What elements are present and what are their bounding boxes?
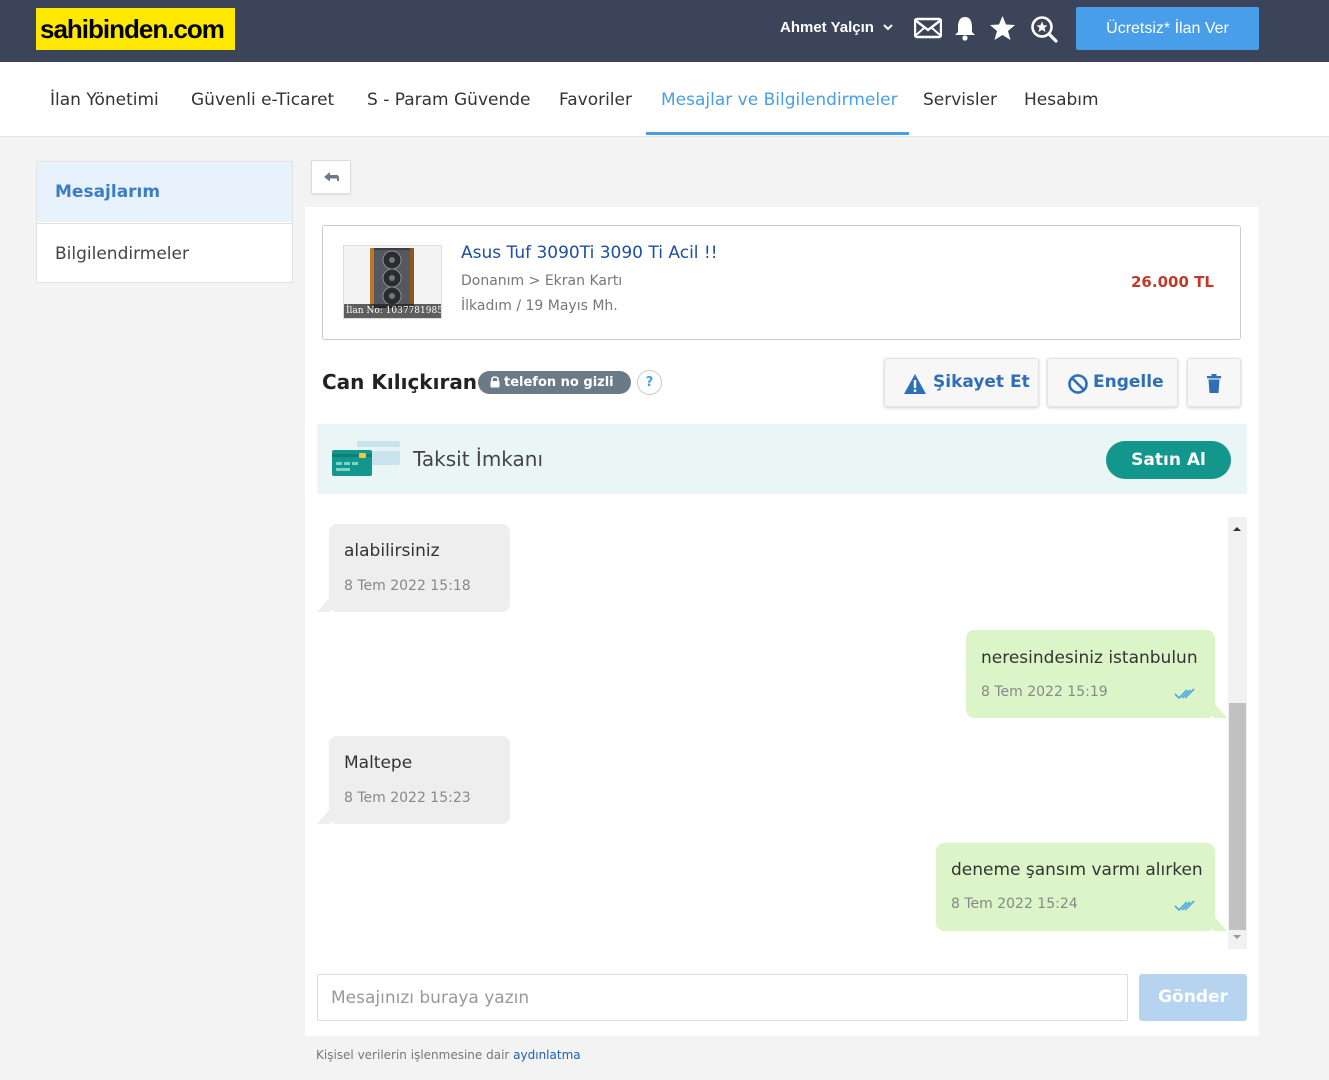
trash-icon [1207,374,1221,393]
search-icon[interactable] [1030,15,1058,43]
sidebar-item-mesajlarim[interactable]: Mesajlarım [37,162,292,222]
send-button[interactable]: Gönder [1139,974,1247,1021]
main-nav: İlan Yönetimi Güvenli e-Ticaret S - Para… [0,62,1329,137]
block-button[interactable]: Engelle [1047,358,1178,407]
message-time: 8 Tem 2022 15:18 [344,578,471,594]
privacy-link[interactable]: aydınlatma [513,1048,580,1062]
scroll-down-arrow-icon[interactable] [1231,932,1243,942]
double-check-icon [1174,688,1195,700]
nav-item-hesabim[interactable]: Hesabım [1024,62,1099,137]
message-bubble-outgoing [966,630,1215,718]
star-icon[interactable] [989,15,1016,41]
nav-active-indicator [646,132,909,135]
message-bubble-incoming [329,524,510,612]
double-check-icon [1174,900,1195,912]
message-time: 8 Tem 2022 15:19 [981,684,1108,700]
top-bar: sahibinden.com Ahmet Yalçın Ücretsiz* İl… [0,0,1329,62]
chevron-down-icon[interactable] [881,20,895,34]
listing-category: Donanım > Ekran Kartı [461,273,623,289]
nav-item-s-param-guvende[interactable]: S - Param Güvende [367,62,531,137]
reply-arrow-icon [324,172,339,182]
message-input[interactable] [317,974,1128,1021]
bubble-tail [317,808,331,824]
credit-card-icon [332,441,400,476]
nav-item-ilan-yonetimi[interactable]: İlan Yönetimi [50,62,159,137]
message-time: 8 Tem 2022 15:24 [951,896,1078,912]
post-listing-button[interactable]: Ücretsiz* İlan Ver [1076,7,1259,50]
block-label: Engelle [1093,372,1164,392]
lock-icon [490,376,500,388]
warning-icon [904,374,926,394]
buy-button[interactable]: Satın Al [1106,441,1231,479]
listing-number-caption: İlan No: 1037781985 [344,304,442,318]
message-bubble-outgoing [936,843,1215,931]
delete-button[interactable] [1187,358,1241,407]
bubble-tail [1213,702,1227,718]
bell-icon[interactable] [953,15,977,41]
listing-price: 26.000 TL [1131,273,1214,291]
scrollbar-thumb[interactable] [1229,703,1246,930]
privacy-note: Kişisel verilerin işlenmesine dair aydın… [316,1048,581,1062]
envelope-icon[interactable] [914,17,942,39]
message-time: 8 Tem 2022 15:23 [344,790,471,806]
sidebar: Mesajlarım Bilgilendirmeler [36,161,293,283]
report-label: Şikayet Et [933,372,1030,392]
message-bubble-incoming [329,736,510,824]
nav-item-servisler[interactable]: Servisler [923,62,997,137]
back-button[interactable] [311,160,351,194]
nav-item-guvenli-eticaret[interactable]: Güvenli e-Ticaret [191,62,334,137]
listing-thumbnail[interactable]: İlan No: 1037781985 [343,245,442,319]
nav-item-favoriler[interactable]: Favoriler [559,62,632,137]
listing-card[interactable] [322,225,1241,340]
bubble-tail [1213,915,1227,931]
help-button[interactable]: ? [637,370,662,395]
listing-location: İlkadım / 19 Mayıs Mh. [461,298,618,314]
message-text: alabilirsiniz [344,541,440,561]
block-icon [1068,374,1088,394]
privacy-text: Kişisel verilerin işlenmesine dair [316,1048,510,1062]
user-menu-name[interactable]: Ahmet Yalçın [780,19,874,36]
scroll-up-arrow-icon[interactable] [1231,524,1243,534]
installment-label: Taksit İmkanı [413,447,544,471]
message-text: neresindesiniz istanbulun [981,648,1198,668]
phone-hidden-badge: telefon no gizli [478,371,631,394]
report-button[interactable]: Şikayet Et [884,358,1039,407]
message-text: deneme şansım varmı alırken [951,860,1203,880]
phone-hidden-label: telefon no gizli [504,375,614,390]
bubble-tail [317,596,331,612]
sender-name: Can Kılıçkıran [322,370,478,394]
sidebar-item-bilgilendirmeler[interactable]: Bilgilendirmeler [37,223,292,283]
listing-title[interactable]: Asus Tuf 3090Ti 3090 Ti Acil !! [461,243,718,263]
nav-item-mesajlar[interactable]: Mesajlar ve Bilgilendirmeler [661,62,898,137]
message-text: Maltepe [344,753,413,773]
site-logo[interactable]: sahibinden.com [36,8,235,50]
